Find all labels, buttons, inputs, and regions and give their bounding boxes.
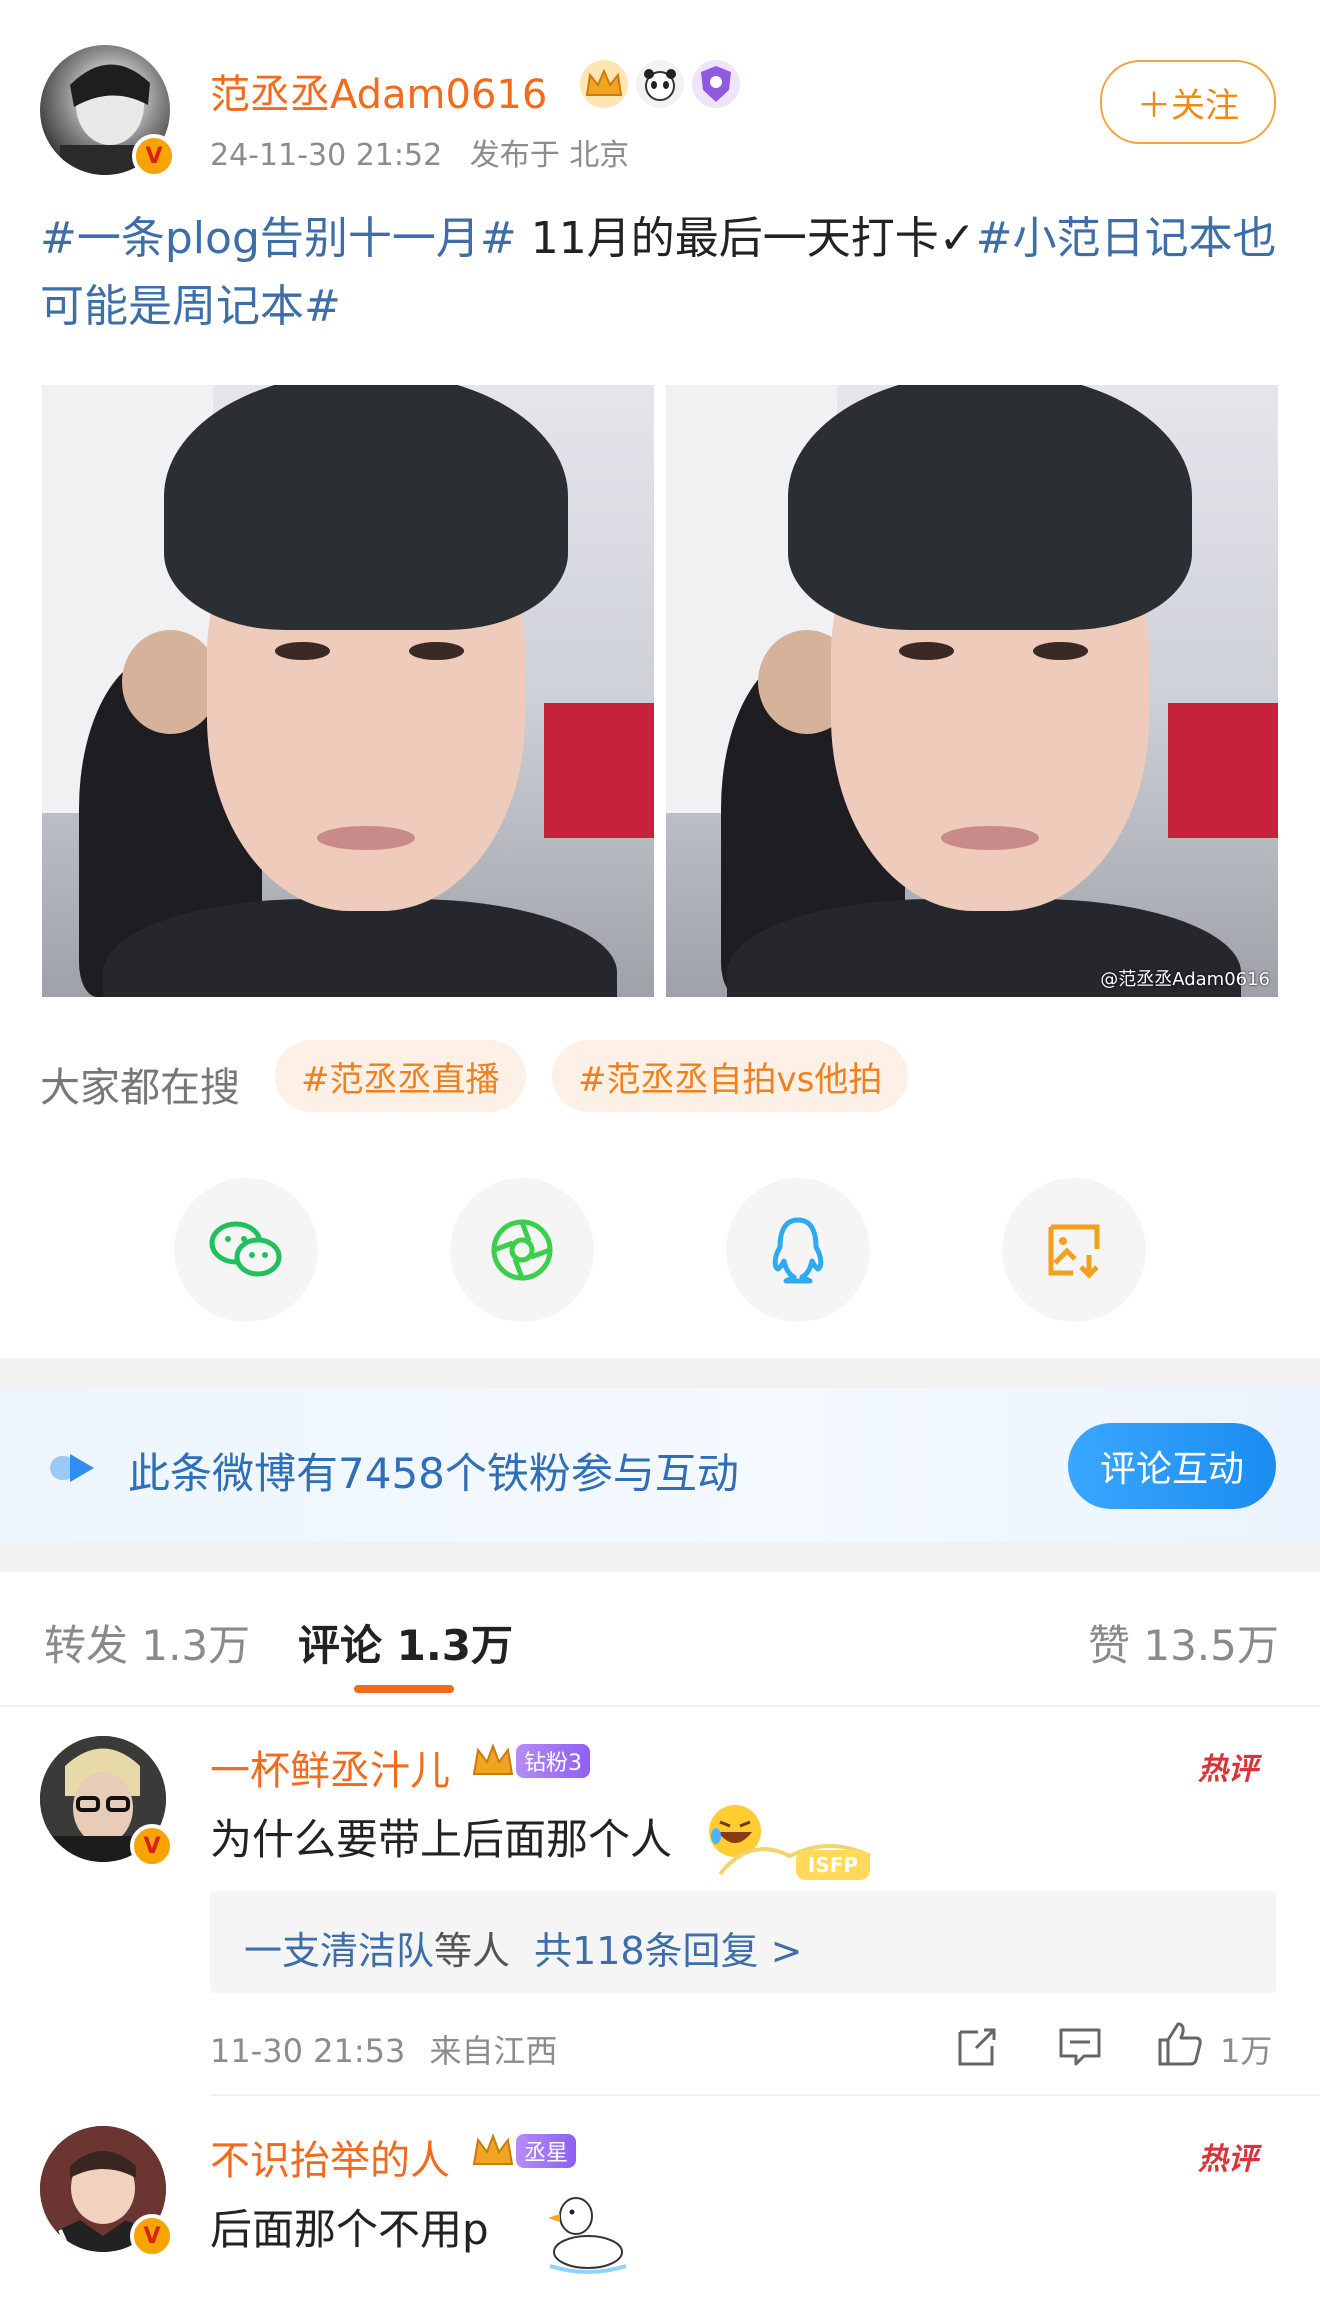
- comment-time: 11-30 21:53: [210, 2032, 406, 2070]
- qq-icon: [772, 1217, 824, 1284]
- reply-user-link[interactable]: 一支清洁队: [244, 1929, 434, 1973]
- moments-icon: [491, 1219, 553, 1281]
- tab-like[interactable]: 赞 13.5万: [1088, 1612, 1279, 1673]
- comment-interact-button[interactable]: 评论互动: [1068, 1423, 1276, 1509]
- repost-icon[interactable]: [954, 2022, 1002, 2070]
- commenter-name[interactable]: 一杯鲜丞汁儿: [210, 1738, 450, 1796]
- post-location: 发布于 北京: [469, 138, 630, 173]
- post-meta: 24-11-30 21:52 发布于 北京: [210, 130, 629, 174]
- panda-badge-icon[interactable]: [636, 60, 684, 108]
- comment-text: 为什么要带上后面那个人: [210, 1815, 673, 1864]
- active-tab-indicator: [354, 1685, 454, 1693]
- reply-count-link[interactable]: 共118条回复 >: [534, 1929, 802, 1973]
- fan-level-badge: 钻粉3: [516, 1744, 590, 1778]
- fan-banner-icon: [50, 1454, 94, 1482]
- author-badges: [580, 60, 740, 108]
- section-divider: [0, 1358, 1320, 1388]
- share-wechat-button[interactable]: [174, 1178, 318, 1322]
- shield-badge-icon[interactable]: [692, 60, 740, 108]
- trending-search-chip[interactable]: #范丞丞自拍vs他拍: [552, 1040, 909, 1112]
- fan-level-badge: 丞星: [516, 2134, 577, 2168]
- like-icon[interactable]: [1156, 2020, 1204, 2068]
- commenter-name[interactable]: 不识抬举的人: [210, 2128, 450, 2186]
- wechat-icon: [209, 1221, 282, 1277]
- verified-badge-icon: V: [130, 2214, 174, 2258]
- post-text: #一条plog告别十一月# 11月的最后一天打卡✓#小范日记本也可能是周记本#: [40, 205, 1280, 341]
- tab-comment[interactable]: 评论 1.3万: [298, 1612, 513, 1673]
- comment-icon[interactable]: [1056, 2022, 1104, 2070]
- comment-separator: [210, 2094, 1320, 2096]
- trending-search-chip[interactable]: #范丞丞直播: [275, 1040, 526, 1112]
- reply-middle-text: 等人: [434, 1929, 511, 1973]
- crown-badge-icon[interactable]: [580, 60, 628, 108]
- svg-text:ISFP: ISFP: [808, 1853, 858, 1877]
- comment-meta: 11-30 21:53 来自江西: [210, 2026, 558, 2072]
- post-image-2[interactable]: @范丞丞Adam0616: [666, 385, 1278, 997]
- post-body: 11月的最后一天打卡✓: [516, 213, 976, 264]
- share-moments-button[interactable]: [450, 1178, 594, 1322]
- duck-sticker-icon: [548, 2197, 627, 2274]
- trending-search-label: 大家都在搜: [40, 1065, 240, 1111]
- follow-button[interactable]: ＋关注: [1100, 60, 1276, 144]
- save-image-icon: [1048, 1224, 1100, 1279]
- tabs-divider: [0, 1705, 1320, 1707]
- fan-interaction-text: 此条微博有7458个铁粉参与互动: [128, 1449, 739, 1498]
- isfp-sticker-icon: ISFP: [718, 1844, 871, 1880]
- replies-summary[interactable]: 一支清洁队等人 共118条回复 >: [244, 1920, 802, 1975]
- section-divider: [0, 1542, 1320, 1572]
- author-name[interactable]: 范丞丞Adam0616: [210, 62, 547, 120]
- verified-badge-icon: V: [130, 1824, 174, 1868]
- hashtag-link[interactable]: #一条plog告别十一月#: [40, 213, 517, 264]
- comment-text: 后面那个不用p: [210, 2205, 489, 2254]
- image-watermark: @范丞丞Adam0616: [1100, 969, 1270, 990]
- hot-comment-badge: 热评: [1198, 1752, 1258, 1787]
- crown-badge-icon: [472, 1743, 514, 1775]
- like-count: 1万: [1220, 2032, 1273, 2070]
- weibo-post-page: V 范丞丞Adam0616 24-11-30 21:52 发布于 北京 ＋关注 …: [0, 0, 1320, 2315]
- tab-repost[interactable]: 转发 1.3万: [44, 1612, 250, 1673]
- post-time: 24-11-30 21:52: [210, 138, 443, 173]
- verified-badge-icon: V: [132, 134, 176, 178]
- crown-badge-icon: [472, 2133, 514, 2165]
- hot-comment-badge: 热评: [1198, 2142, 1258, 2177]
- share-qq-button[interactable]: [726, 1178, 870, 1322]
- save-image-button[interactable]: [1002, 1178, 1146, 1322]
- post-image-1[interactable]: [42, 385, 654, 997]
- comment-location: 来自江西: [429, 2032, 558, 2070]
